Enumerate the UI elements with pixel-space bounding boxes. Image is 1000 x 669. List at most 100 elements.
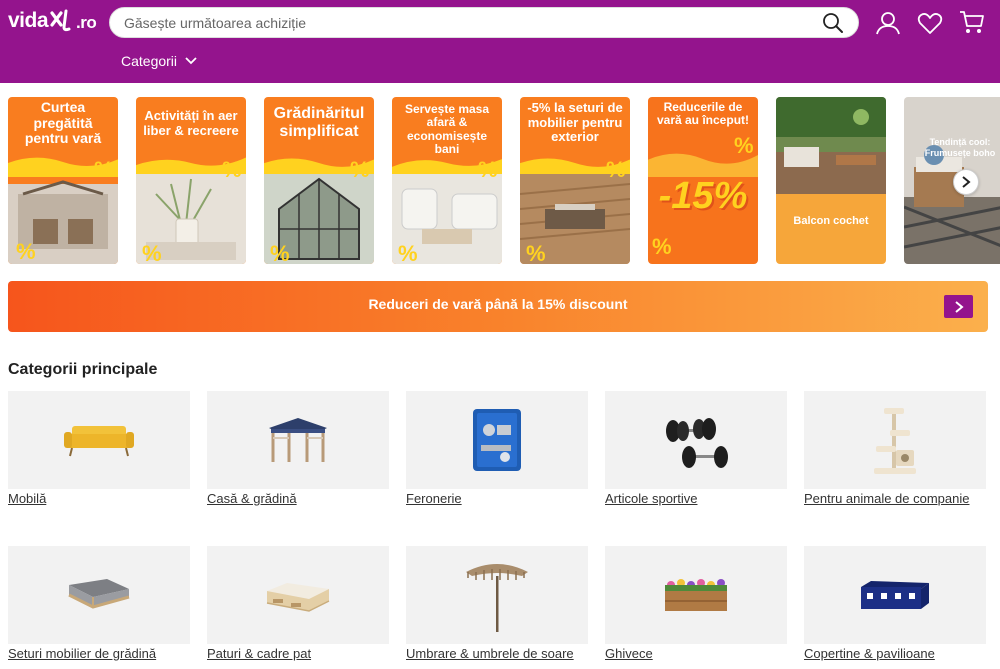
balcony-image xyxy=(776,97,886,197)
banner-text: Reduceri de vară până la 15% discount xyxy=(368,296,628,312)
svg-text:%: % xyxy=(652,234,672,259)
promo-title: Reducerile de vară au început! xyxy=(656,100,750,128)
percent-icon: % xyxy=(350,157,370,182)
svg-text:%: % xyxy=(398,241,418,264)
promo-card[interactable]: % Activități în aer liber & recreere % xyxy=(136,97,246,264)
category-item[interactable]: Umbrare & umbrele de soare xyxy=(406,546,589,661)
category-label[interactable]: Articole sportive xyxy=(605,491,788,506)
svg-text:%: % xyxy=(142,241,162,264)
boho-image xyxy=(904,97,1000,264)
promo-title: Activități în aer liber & recreere xyxy=(143,108,239,138)
category-label[interactable]: Seturi mobilier de grădină xyxy=(8,646,191,661)
svg-text:%: % xyxy=(526,241,546,264)
promo-title: Tendință cool: Frumusețe boho xyxy=(924,137,996,158)
chevron-right-icon xyxy=(962,176,971,188)
category-label[interactable]: Casă & grădină xyxy=(207,491,390,506)
promo-title: Servește masa afară & economisește bani xyxy=(404,102,490,157)
promo-card[interactable]: % Servește masa afară & economisește ban… xyxy=(392,97,502,264)
category-label[interactable]: Feronerie xyxy=(406,491,589,506)
category-tile[interactable] xyxy=(804,391,986,489)
promo-title: -5% la seturi de mobilier pentru exterio… xyxy=(527,100,623,145)
percent-icon: % xyxy=(222,157,242,182)
categories-menu[interactable]: Categorii xyxy=(121,53,197,69)
category-label[interactable]: Copertine & pavilioane xyxy=(804,646,987,661)
category-item[interactable]: Articole sportive xyxy=(605,391,788,506)
gazebo-icon xyxy=(269,418,327,462)
category-item[interactable]: Copertine & pavilioane xyxy=(804,546,987,661)
promo-card[interactable]: % Curtea pregătită pentru vară % xyxy=(8,97,118,264)
logo-xl-icon xyxy=(49,8,75,34)
cart-icon[interactable] xyxy=(958,8,986,36)
percent-icon: % xyxy=(606,157,626,182)
cat-tree-icon xyxy=(874,408,916,474)
toolcase-icon xyxy=(473,409,521,471)
category-item[interactable]: Casă & grădină xyxy=(207,391,390,506)
chevron-down-icon xyxy=(185,57,197,65)
logo-domain: .ro xyxy=(76,13,97,32)
percent-icon: % xyxy=(94,157,114,182)
promo-card[interactable]: Balcon cochet xyxy=(776,97,886,264)
logo-text: vida xyxy=(8,9,49,32)
svg-text:%: % xyxy=(16,239,36,264)
promo-card[interactable]: % -5% la seturi de mobilier pentru exter… xyxy=(520,97,630,264)
banner-arrow-button[interactable] xyxy=(944,295,973,318)
wishlist-heart-icon[interactable] xyxy=(916,9,944,37)
svg-text:%: % xyxy=(222,157,242,182)
category-tile[interactable] xyxy=(605,391,787,489)
dumbbell-icon xyxy=(666,418,728,468)
summer-sale-banner[interactable]: Reduceri de vară până la 15% discount xyxy=(8,281,988,332)
svg-text:%: % xyxy=(94,157,114,182)
search-icon[interactable] xyxy=(822,12,844,34)
categories-label: Categorii xyxy=(121,53,178,69)
category-label[interactable]: Umbrare & umbrele de soare xyxy=(406,646,589,661)
category-label[interactable]: Paturi & cadre pat xyxy=(207,646,390,661)
search-box[interactable] xyxy=(109,7,859,38)
promo-card[interactable]: Reducerile de vară au început! -15% % % xyxy=(648,97,758,264)
umbrella-icon xyxy=(466,564,528,632)
category-label[interactable]: Ghivece xyxy=(605,646,788,661)
category-tile[interactable] xyxy=(8,391,190,489)
svg-text:%: % xyxy=(606,157,626,182)
promo-title: Balcon cochet xyxy=(776,194,886,264)
category-item[interactable]: Ghivece xyxy=(605,546,788,661)
category-tile[interactable] xyxy=(406,391,588,489)
category-item[interactable]: Paturi & cadre pat xyxy=(207,546,390,661)
category-item[interactable]: Seturi mobilier de grădină xyxy=(8,546,191,661)
chevron-right-icon xyxy=(954,300,964,313)
promo-title: Grădinăritul simplificat xyxy=(273,105,365,140)
category-tile[interactable] xyxy=(207,391,389,489)
svg-text:%: % xyxy=(734,133,754,158)
bed-icon xyxy=(266,583,330,612)
svg-text:%: % xyxy=(350,157,370,182)
planter-icon xyxy=(665,579,727,611)
promo-card[interactable]: % Grădinăritul simplificat % xyxy=(264,97,374,264)
category-tile[interactable] xyxy=(207,546,389,644)
account-icon[interactable] xyxy=(874,9,902,37)
category-item[interactable]: Pentru animale de companie xyxy=(804,391,987,506)
promo-card[interactable]: Tendință cool: Frumusețe boho xyxy=(904,97,1000,264)
promo-carousel: % Curtea pregătită pentru vară % % Activ… xyxy=(8,97,1000,264)
category-item[interactable]: Feronerie xyxy=(406,391,589,506)
section-title: Categorii principale xyxy=(8,361,158,378)
promo-title: Curtea pregătită pentru vară xyxy=(24,99,102,147)
category-tile[interactable] xyxy=(8,546,190,644)
promo-discount: -15% xyxy=(658,175,748,217)
search-input[interactable] xyxy=(124,8,814,37)
site-logo[interactable]: vida .ro xyxy=(8,6,97,36)
percent-icon: % xyxy=(478,157,498,182)
svg-text:%: % xyxy=(270,241,290,264)
category-label[interactable]: Mobilă xyxy=(8,491,191,506)
site-header: vida .ro Categorii xyxy=(0,0,1000,83)
lounge-set-icon xyxy=(68,579,130,609)
category-tile[interactable] xyxy=(804,546,986,644)
category-tile[interactable] xyxy=(406,546,588,644)
svg-text:%: % xyxy=(478,157,498,182)
category-label[interactable]: Pentru animale de companie xyxy=(804,491,987,506)
tent-icon xyxy=(861,581,929,609)
percent-icon: % xyxy=(734,133,754,158)
sofa-icon xyxy=(64,426,134,457)
category-tile[interactable] xyxy=(605,546,787,644)
carousel-next-button[interactable] xyxy=(953,169,979,195)
category-item[interactable]: Mobilă xyxy=(8,391,191,506)
percent-icon: % xyxy=(652,234,672,259)
